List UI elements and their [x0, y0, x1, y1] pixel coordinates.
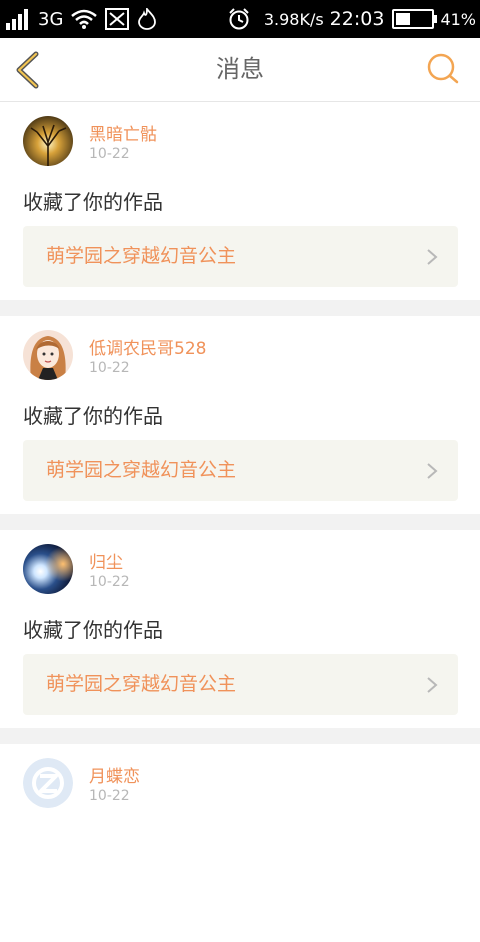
notification-text: 收藏了你的作品 [23, 618, 163, 642]
work-title: 萌学园之穿越幻音公主 [46, 245, 237, 267]
username[interactable]: 月蝶恋 [89, 762, 140, 787]
username[interactable]: 归尘 [89, 548, 123, 573]
search-icon [427, 53, 459, 84]
notification-card: 低调农民哥528 10-22 收藏了你的作品 萌学园之穿越幻音公主 [0, 316, 480, 514]
separator [0, 728, 480, 744]
girl-avatar[interactable] [23, 330, 73, 380]
notification-text: 收藏了你的作品 [23, 404, 163, 428]
back-button[interactable] [10, 48, 50, 92]
search-button[interactable] [426, 52, 460, 86]
work-link[interactable]: 萌学园之穿越幻音公主 [23, 440, 458, 501]
work-link[interactable]: 萌学园之穿越幻音公主 [23, 654, 458, 715]
notification-card: 黑暗亡骷 10-22 收藏了你的作品 萌学园之穿越幻音公主 [0, 102, 480, 300]
scissors-icon [105, 8, 130, 30]
wifi-icon [71, 9, 98, 29]
notification-text: 收藏了你的作品 [23, 190, 163, 214]
notification-card: 归尘 10-22 收藏了你的作品 萌学园之穿越幻音公主 [0, 530, 480, 728]
alarm-icon [228, 8, 250, 30]
battery-icon [392, 9, 438, 29]
chevron-right-icon [427, 677, 438, 693]
chevron-right-icon [427, 249, 438, 265]
clock: 22:03 [329, 8, 385, 30]
tree-avatar[interactable] [23, 116, 73, 166]
work-title: 萌学园之穿越幻音公主 [46, 673, 237, 695]
light-avatar[interactable] [23, 544, 73, 594]
chevron-left-icon [16, 51, 39, 89]
app-header: 消息 [0, 38, 480, 102]
battery-percent: 41% [440, 9, 476, 29]
notification-date: 10-22 [89, 146, 130, 162]
notification-date: 10-22 [89, 788, 130, 804]
page-title: 消息 [216, 55, 264, 83]
signal-icon [6, 8, 30, 30]
chevron-right-icon [427, 463, 438, 479]
username[interactable]: 低调农民哥528 [89, 334, 206, 359]
flame-icon [137, 8, 157, 30]
separator [0, 300, 480, 316]
notification-list: 黑暗亡骷 10-22 收藏了你的作品 萌学园之穿越幻音公主 低调农民哥528 1… [0, 102, 480, 942]
notification-date: 10-22 [89, 574, 130, 590]
network-speed: 3.98K/s [263, 9, 324, 29]
status-bar: 3G 3.98K/s 22:03 41% [0, 0, 480, 38]
username[interactable]: 黑暗亡骷 [89, 120, 157, 145]
network-type: 3G [38, 8, 64, 30]
work-title: 萌学园之穿越幻音公主 [46, 459, 237, 481]
separator [0, 514, 480, 530]
notification-card: 月蝶恋 10-22 [0, 744, 480, 942]
default-avatar[interactable] [23, 758, 73, 808]
work-link[interactable]: 萌学园之穿越幻音公主 [23, 226, 458, 287]
notification-date: 10-22 [89, 360, 130, 376]
